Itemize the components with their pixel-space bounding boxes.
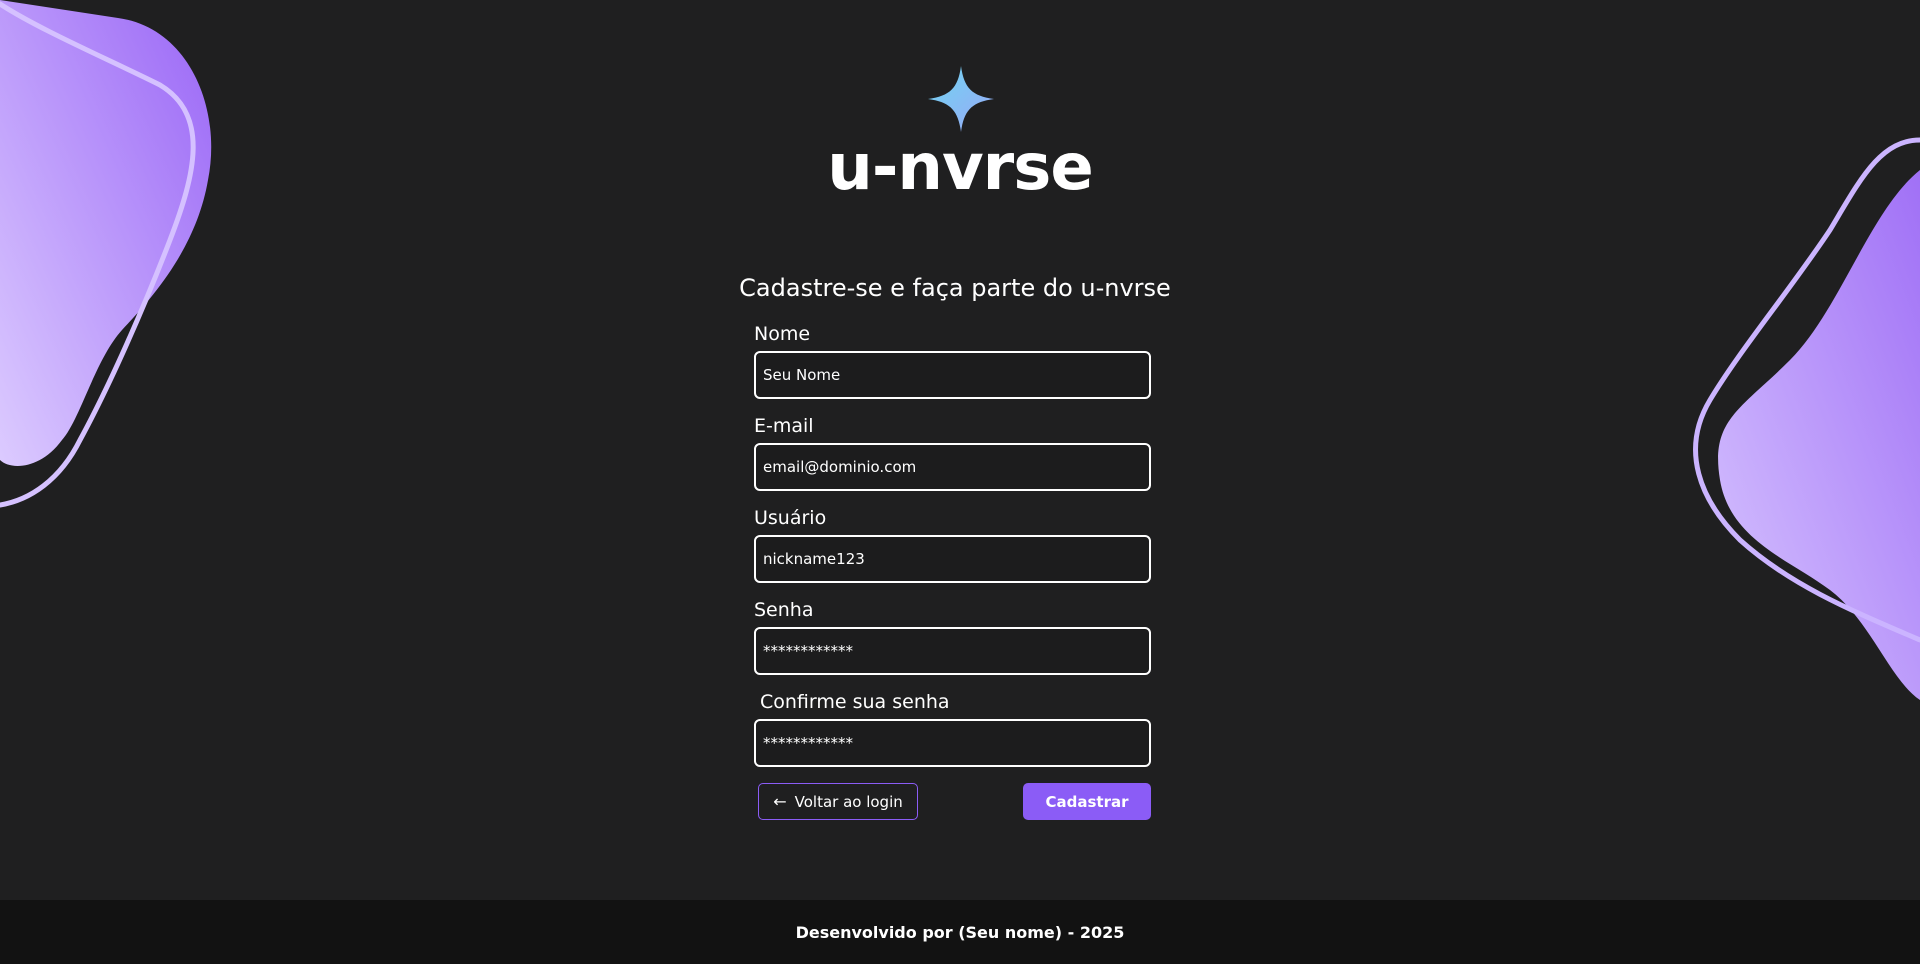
back-to-login-button[interactable]: ← Voltar ao login <box>758 783 918 820</box>
form-actions: ← Voltar ao login Cadastrar <box>758 783 1151 820</box>
footer: Desenvolvido por (Seu nome) - 2025 <box>0 900 1920 964</box>
decorative-blob-left <box>0 0 212 508</box>
name-label: Nome <box>754 323 811 345</box>
email-input[interactable] <box>754 443 1151 491</box>
page-heading: Cadastre-se e faça parte do u-nvrse <box>739 274 1171 302</box>
field-name: Nome <box>754 322 1152 414</box>
four-point-star-icon <box>928 66 994 132</box>
password-input[interactable] <box>754 627 1151 675</box>
back-to-login-label: Voltar ao login <box>794 792 903 811</box>
brand-wordmark: u-nvrse <box>827 131 1093 205</box>
arrow-left-icon: ← <box>773 791 787 811</box>
field-username: Usuário <box>754 506 1152 598</box>
field-confirm-password: Confirme sua senha <box>754 690 1152 782</box>
confirm-password-input[interactable] <box>754 719 1151 767</box>
decorative-blob-right <box>1693 137 1920 700</box>
register-button[interactable]: Cadastrar <box>1023 783 1151 820</box>
signup-form: Nome E-mail Usuário Senha Confirme sua s… <box>754 322 1152 782</box>
field-email: E-mail <box>754 414 1152 506</box>
field-password: Senha <box>754 598 1152 690</box>
name-input[interactable] <box>754 351 1151 399</box>
footer-text: Desenvolvido por (Seu nome) - 2025 <box>795 922 1125 942</box>
confirm-password-label: Confirme sua senha <box>760 691 950 713</box>
signup-page: u-nvrse Cadastre-se e faça parte do u-nv… <box>0 0 1920 964</box>
brand-logo: u-nvrse <box>800 60 1120 210</box>
email-label: E-mail <box>754 415 814 437</box>
username-label: Usuário <box>754 507 827 529</box>
username-input[interactable] <box>754 535 1151 583</box>
password-label: Senha <box>754 599 814 621</box>
